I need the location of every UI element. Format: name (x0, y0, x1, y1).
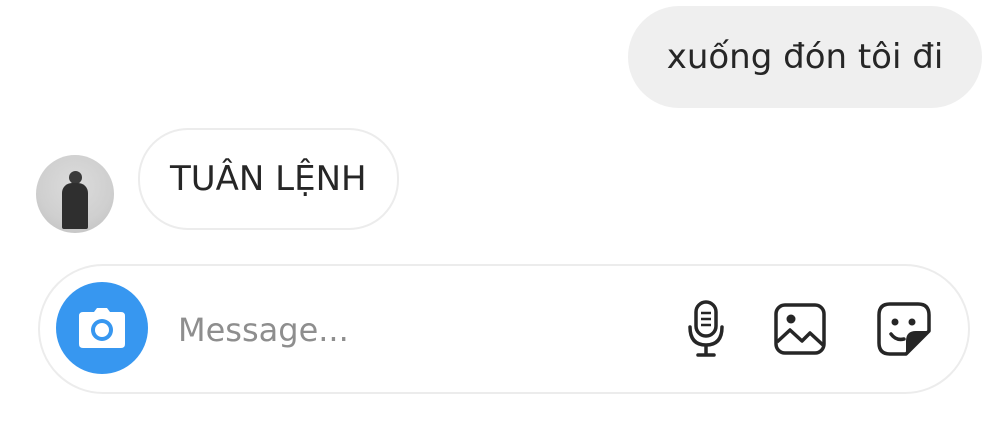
avatar-figure-body (62, 183, 88, 229)
camera-button[interactable] (56, 282, 148, 374)
sticker-button[interactable] (874, 299, 934, 359)
incoming-message-row: TUÂN LỆNH (36, 128, 399, 233)
microphone-button[interactable] (676, 299, 736, 359)
message-composer (38, 264, 970, 394)
outgoing-message-bubble[interactable]: xuống đón tôi đi (628, 6, 982, 108)
avatar[interactable] (36, 155, 114, 233)
chat-thread: xuống đón tôi đi TUÂN LỆNH (0, 0, 1006, 430)
sticker-icon (877, 302, 931, 356)
image-gallery-icon (774, 303, 826, 355)
gallery-button[interactable] (770, 299, 830, 359)
outgoing-message-text: xuống đón tôi đi (666, 37, 944, 77)
message-input[interactable] (176, 298, 660, 362)
microphone-icon (688, 300, 724, 357)
incoming-message-text: TUÂN LỆNH (170, 159, 367, 199)
incoming-message-bubble[interactable]: TUÂN LỆNH (138, 128, 399, 230)
camera-icon (79, 308, 125, 348)
